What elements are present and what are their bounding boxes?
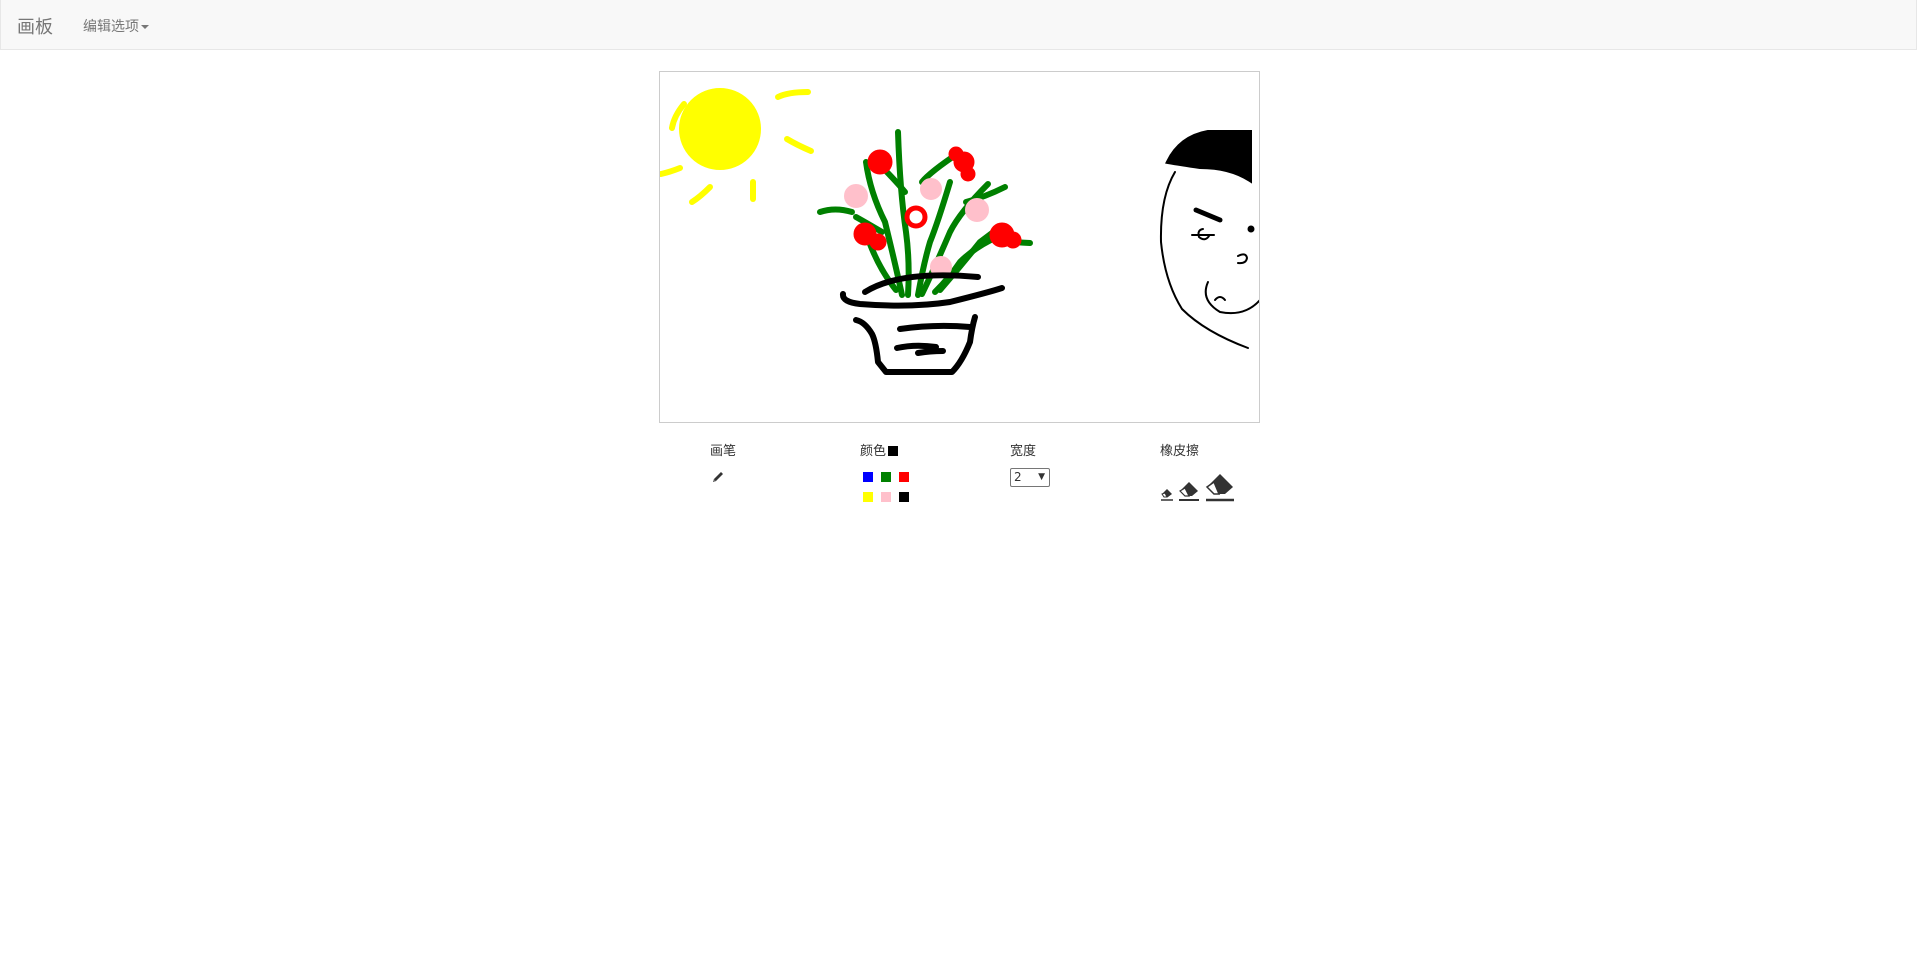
drawing-canvas[interactable]: [659, 71, 1260, 423]
eraser-medium-icon[interactable]: [1177, 476, 1201, 506]
color-label-text: 颜色: [860, 444, 887, 459]
select-arrow-icon: ▼: [1038, 472, 1045, 482]
eraser-label: 橡皮擦: [1160, 444, 1200, 459]
width-select[interactable]: 2 ▼: [1010, 468, 1050, 487]
color-swatch-blue[interactable]: [863, 472, 873, 482]
edit-options-label: 编辑选项: [83, 19, 139, 35]
color-swatch-black[interactable]: [899, 492, 909, 502]
color-swatch-pink[interactable]: [881, 492, 891, 502]
eraser-small-icon[interactable]: [1160, 485, 1174, 505]
color-swatch-green[interactable]: [881, 472, 891, 482]
drawing-surface: [660, 88, 1259, 375]
current-color-indicator: [888, 446, 899, 456]
edit-options-dropdown[interactable]: 编辑选项: [83, 16, 149, 36]
width-value: 2: [1014, 470, 1022, 484]
color-swatch-yellow[interactable]: [863, 492, 873, 502]
sun-drawing: [660, 88, 814, 205]
face-drawing: [1159, 130, 1259, 349]
color-label: 颜色: [860, 440, 899, 459]
caret-down-icon: [141, 25, 149, 29]
color-swatch-red[interactable]: [899, 472, 909, 482]
eraser-large-icon[interactable]: [1203, 467, 1237, 507]
app-brand[interactable]: 画板: [17, 13, 53, 39]
top-navbar: 画板 编辑选项: [0, 0, 1917, 50]
pen-label: 画笔: [710, 444, 737, 459]
width-label: 宽度: [1010, 444, 1037, 459]
pencil-icon[interactable]: [711, 469, 725, 488]
